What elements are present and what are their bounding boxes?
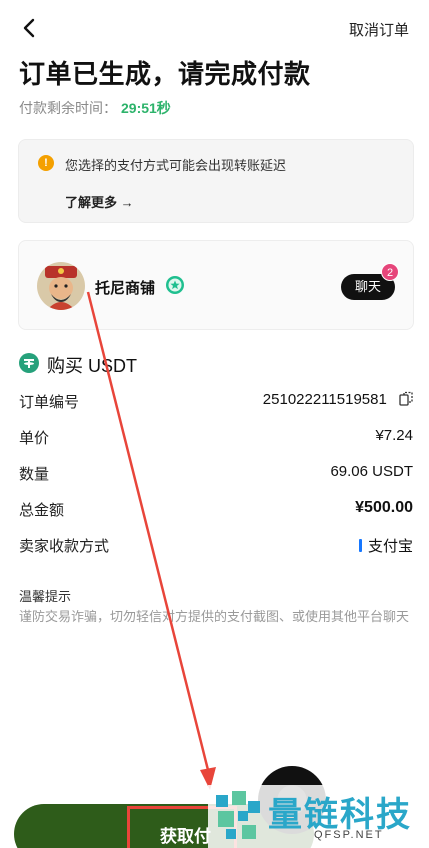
annotation-arrow [86, 291, 216, 790]
usdt-icon [19, 353, 39, 373]
order-number-value: 251022211519581 [262, 391, 387, 408]
learn-more-link[interactable]: 了解更多 → [65, 192, 134, 211]
watermark-logo-icon [216, 791, 260, 839]
page-title: 订单已生成，请完成付款 [19, 59, 311, 89]
unit-price-value: ¥7.24 [375, 427, 413, 444]
quantity-label: 数量 [19, 466, 50, 483]
quantity-value: 69.06 USDT [330, 463, 413, 480]
payment-method-label: 卖家收款方式 [19, 538, 110, 555]
payment-method-value-wrap: 支付宝 [358, 535, 413, 556]
order-heading-label: 购买 USDT [47, 356, 137, 376]
unit-price-label: 单价 [19, 430, 50, 447]
timer-label: 付款剩余时间： [19, 100, 117, 116]
unread-badge: 2 [381, 263, 399, 281]
total-amount-value: ¥500.00 [355, 499, 413, 516]
back-arrow-icon[interactable] [18, 16, 42, 40]
payment-timer: 付款剩余时间： 29:51秒 [19, 98, 171, 118]
notice-message: 您选择的支付方式可能会出现转账延迟 [65, 158, 287, 173]
total-amount-row: 总金额 ¥500.00 [19, 499, 413, 521]
tips-title: 温馨提示 [19, 589, 72, 604]
payment-method-row: 卖家收款方式 支付宝 [19, 535, 413, 557]
tips-body: 谨防交易诈骗，切勿轻信对方提供的支付截图、或使用其他平台聊天 [19, 609, 410, 624]
watermark-subtitle: QFSP.NET [314, 829, 384, 841]
watermark: 量链科技 QFSP.NET [208, 785, 429, 848]
seller-card: 托尼商铺 聊天 2 [18, 240, 414, 330]
order-number-row: 订单编号 251022211519581 [19, 391, 413, 413]
quantity-row: 数量 69.06 USDT [19, 463, 413, 485]
payment-method-value: 支付宝 [367, 538, 413, 555]
order-number-value-wrap: 251022211519581 [263, 391, 413, 408]
seller-name[interactable]: 托尼商铺 [95, 277, 155, 298]
order-number-label: 订单编号 [19, 394, 80, 411]
alipay-marker-icon [358, 539, 362, 552]
timer-value: 29:51秒 [121, 100, 171, 116]
copy-icon[interactable] [399, 391, 413, 406]
verified-badge-icon [166, 276, 184, 294]
transfer-delay-notice: ! 您选择的支付方式可能会出现转账延迟 了解更多 → [18, 139, 414, 223]
cancel-order-button[interactable]: 取消订单 [349, 19, 409, 40]
seller-avatar[interactable] [37, 262, 85, 310]
total-amount-label: 总金额 [19, 502, 65, 519]
top-bar: 取消订单 [0, 0, 429, 56]
warning-icon: ! [38, 155, 54, 171]
unit-price-row: 单价 ¥7.24 [19, 427, 413, 449]
